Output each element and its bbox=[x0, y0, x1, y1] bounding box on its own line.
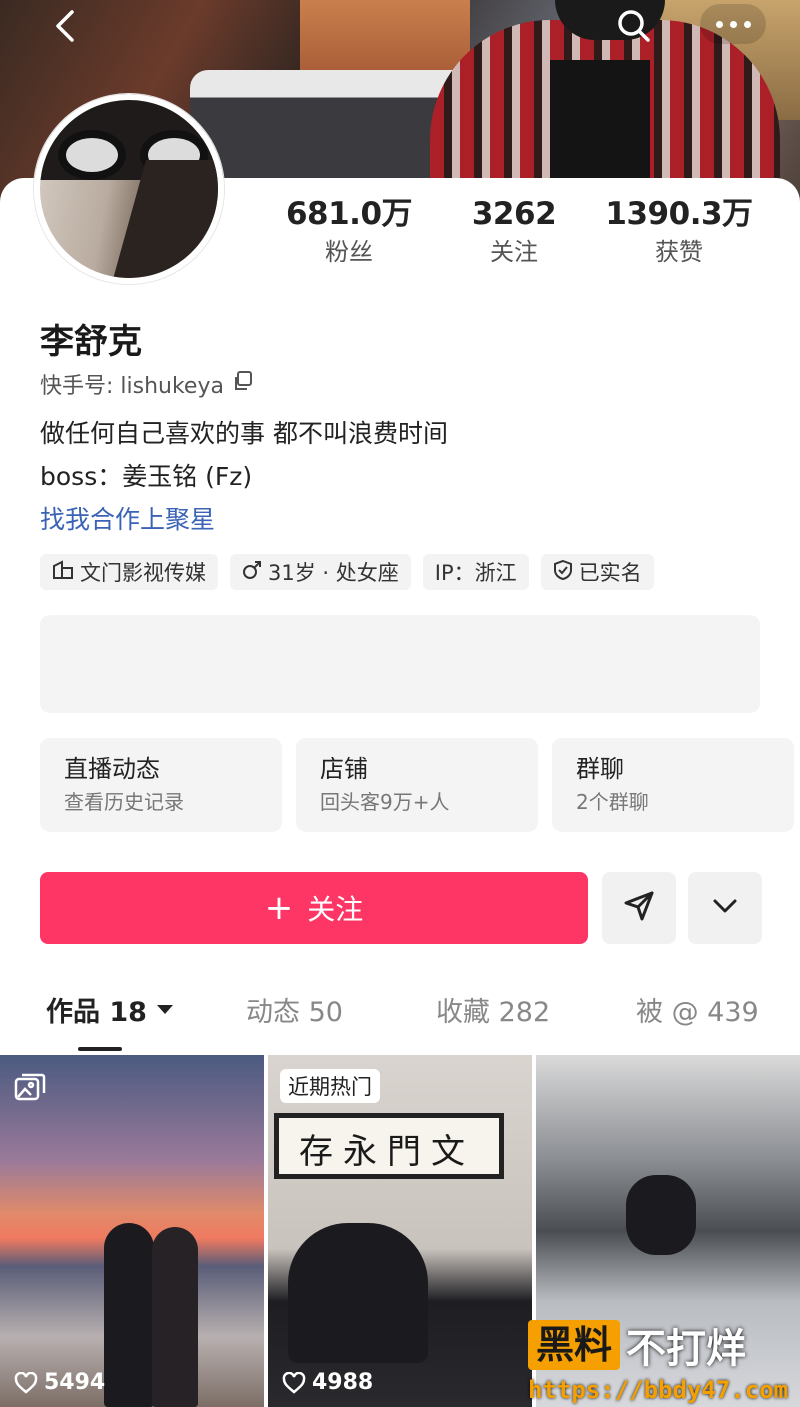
bio-line: boss：姜玉铭 (Fz) bbox=[40, 462, 253, 491]
tag-label: 已实名 bbox=[578, 561, 642, 585]
heart-icon bbox=[14, 1371, 38, 1394]
stat-value: 3262 bbox=[471, 196, 557, 232]
stat-value: 681.0万 bbox=[285, 196, 413, 232]
tag-row: 文门影视传媒 31岁 · 处女座 IP：浙江 已实名 bbox=[40, 554, 654, 590]
tile-title: 群聊 bbox=[576, 755, 624, 783]
avatar-goggle-left bbox=[58, 130, 126, 180]
likes-count: 4988 bbox=[312, 1370, 374, 1395]
tab-label: 动态 50 bbox=[246, 997, 343, 1028]
hot-badge: 近期热门 bbox=[280, 1069, 380, 1103]
chevron-left-icon bbox=[52, 8, 80, 48]
feature-tiles: 直播动态 查看历史记录 店铺 回头客9万+人 群聊 2个群聊 bbox=[40, 738, 800, 832]
tab-mentions[interactable]: 被 @ 439 bbox=[636, 990, 759, 1029]
share-button[interactable] bbox=[602, 872, 676, 944]
plus-icon: + bbox=[264, 888, 294, 928]
stat-label: 获赞 bbox=[655, 238, 703, 266]
tab-label: 作品 18 bbox=[46, 997, 147, 1028]
grid-item[interactable]: 存永門文 近期热门 4988 bbox=[268, 1055, 532, 1407]
profile-name: 李舒克 bbox=[40, 322, 142, 362]
bio-line: 做任何自己喜欢的事 都不叫浪费时间 bbox=[40, 419, 448, 448]
image-icon bbox=[14, 1073, 46, 1103]
likes-count: 5494 bbox=[44, 1370, 106, 1395]
more-dot bbox=[743, 20, 751, 28]
photo-figure bbox=[152, 1227, 198, 1407]
male-icon bbox=[242, 560, 262, 585]
tile-title: 店铺 bbox=[320, 755, 368, 783]
more-button[interactable] bbox=[700, 4, 766, 44]
heart-icon bbox=[282, 1371, 306, 1394]
tag-verified[interactable]: 已实名 bbox=[540, 554, 654, 590]
search-button[interactable] bbox=[614, 8, 654, 48]
empty-panel bbox=[40, 615, 760, 713]
likes-row: 4988 bbox=[282, 1370, 373, 1395]
photo-figure bbox=[626, 1175, 696, 1255]
search-icon bbox=[616, 8, 652, 48]
tag-ip: IP：浙江 bbox=[422, 554, 529, 590]
calligraphy-scroll: 存永門文 bbox=[274, 1113, 504, 1179]
watermark: 黑料 不打烊 https://bbdy47.com bbox=[528, 1316, 796, 1404]
tab-moments[interactable]: 动态 50 bbox=[246, 990, 343, 1029]
more-dots-icon bbox=[715, 20, 723, 28]
stat-likes[interactable]: 1390.3万 获赞 bbox=[594, 195, 764, 269]
follow-label: 关注 bbox=[307, 893, 364, 926]
tag-label: 31岁 · 处女座 bbox=[268, 561, 399, 585]
kuaishou-id-row: 快手号: lishukeya bbox=[40, 368, 254, 400]
photo-figure bbox=[104, 1223, 154, 1407]
likes-row: 5494 bbox=[14, 1370, 105, 1395]
stat-label: 关注 bbox=[490, 238, 538, 266]
tile-sub: 回头客9万+人 bbox=[320, 790, 450, 814]
back-button[interactable] bbox=[46, 8, 86, 48]
chevron-down-icon bbox=[711, 897, 739, 919]
tag-age: 31岁 · 处女座 bbox=[230, 554, 411, 590]
watermark-box: 黑料 bbox=[528, 1320, 621, 1370]
tag-company[interactable]: 文门影视传媒 bbox=[40, 554, 218, 590]
tile-group[interactable]: 群聊 2个群聊 bbox=[552, 738, 794, 832]
more-dot bbox=[729, 20, 737, 28]
tag-label: IP：浙江 bbox=[434, 561, 517, 585]
dropdown-button[interactable] bbox=[688, 872, 762, 944]
stat-following[interactable]: 3262 关注 bbox=[429, 195, 599, 269]
tile-live[interactable]: 直播动态 查看历史记录 bbox=[40, 738, 282, 832]
grid-item[interactable]: 5494 bbox=[0, 1055, 264, 1407]
follow-button[interactable]: + 关注 bbox=[40, 872, 588, 944]
stat-label: 粉丝 bbox=[325, 238, 373, 266]
stats-row: 681.0万 粉丝 3262 关注 1390.3万 获赞 bbox=[0, 195, 800, 275]
shield-check-icon bbox=[553, 559, 573, 586]
copy-icon[interactable] bbox=[232, 370, 254, 398]
scroll-text: 存永門文 bbox=[299, 1132, 475, 1172]
caret-down-icon bbox=[156, 1005, 173, 1014]
tile-sub: 2个群聊 bbox=[576, 790, 649, 814]
stat-fans[interactable]: 681.0万 粉丝 bbox=[264, 195, 434, 269]
tab-works[interactable]: 作品 18 bbox=[46, 990, 173, 1029]
tab-label: 收藏 282 bbox=[436, 997, 551, 1028]
banner-building bbox=[300, 0, 470, 80]
watermark-url: https://bbdy47.com bbox=[528, 1376, 789, 1404]
tab-label: 被 @ 439 bbox=[636, 997, 759, 1028]
tag-label: 文门影视传媒 bbox=[80, 561, 206, 585]
tile-shop[interactable]: 店铺 回头客9万+人 bbox=[296, 738, 538, 832]
tile-title: 直播动态 bbox=[64, 755, 160, 783]
cooperation-link[interactable]: 找我合作上聚星 bbox=[40, 500, 215, 536]
active-tab-indicator bbox=[78, 1047, 122, 1051]
send-icon bbox=[622, 889, 656, 927]
stat-value: 1390.3万 bbox=[605, 196, 753, 232]
tab-favorites[interactable]: 收藏 282 bbox=[436, 990, 550, 1029]
kuaishou-id: 快手号: lishukeya bbox=[40, 374, 224, 399]
content-tabs: 作品 18 动态 50 收藏 282 被 @ 439 bbox=[0, 990, 800, 1050]
watermark-text: 不打烊 bbox=[626, 1326, 747, 1372]
photo-figure bbox=[288, 1223, 428, 1363]
tile-sub: 查看历史记录 bbox=[64, 790, 184, 814]
company-icon bbox=[52, 559, 74, 585]
